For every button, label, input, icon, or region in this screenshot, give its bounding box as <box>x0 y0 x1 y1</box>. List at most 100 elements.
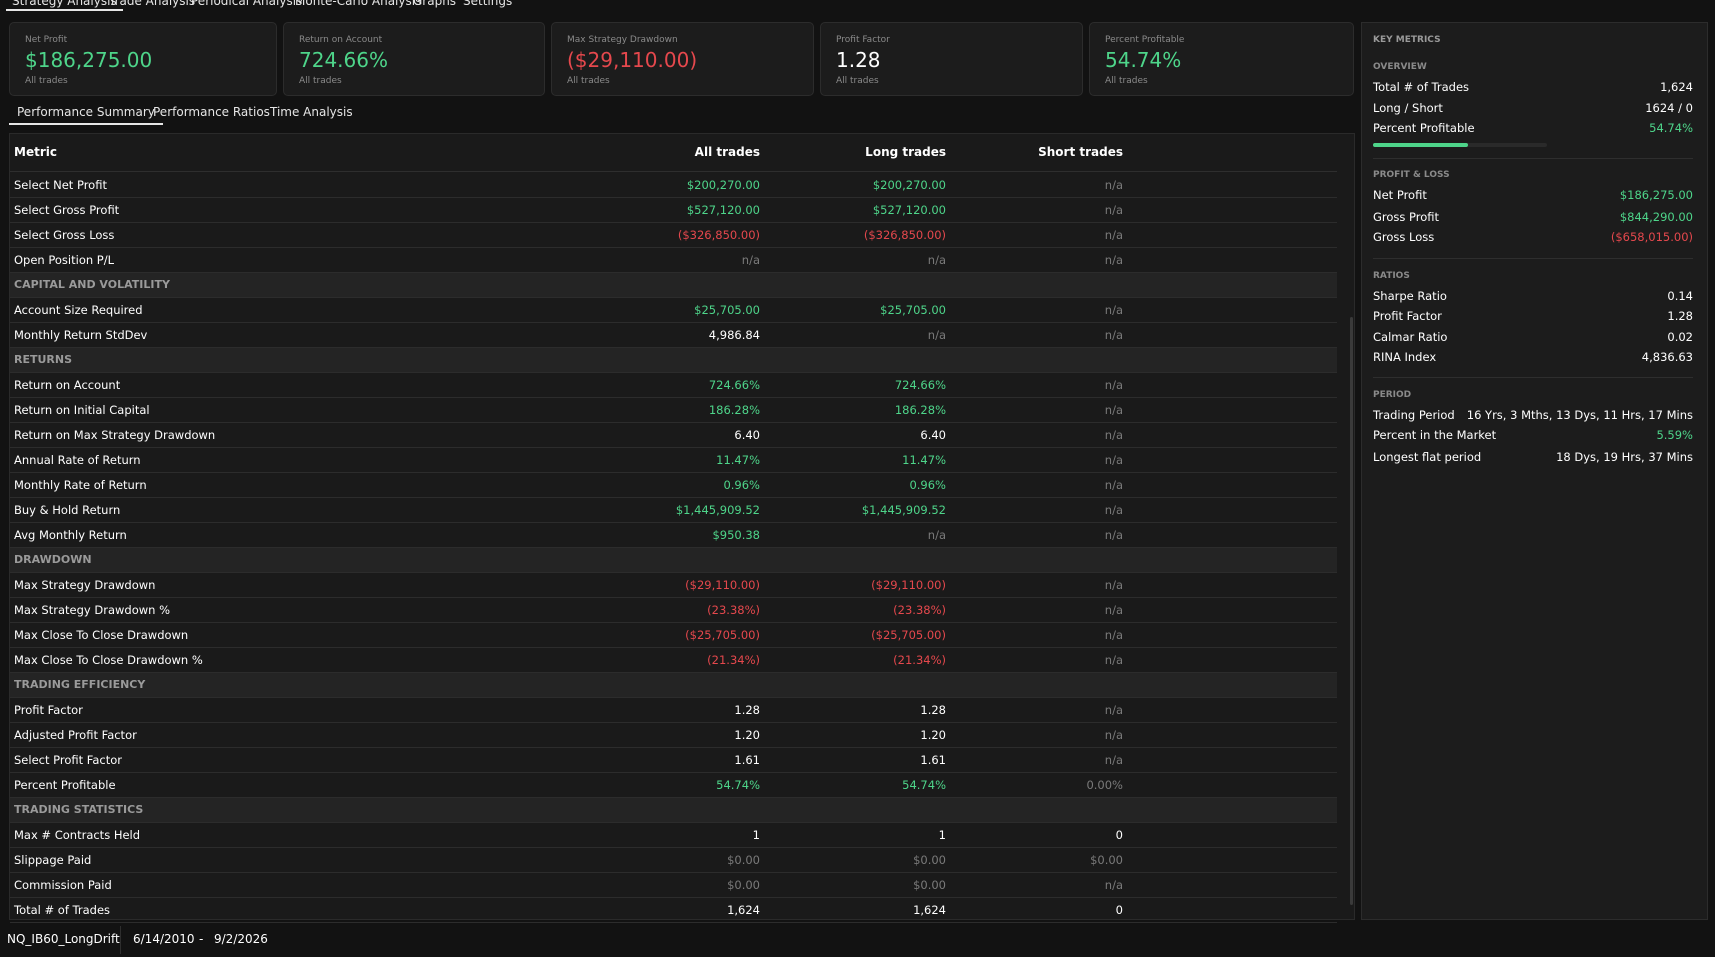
card-label: Percent Profitable <box>1105 35 1185 45</box>
metric-trading-period: Trading Period 16 Yrs, 3 Mths, 13 Dys, 1… <box>1373 408 1693 426</box>
metric-value: 0.14 <box>1667 289 1693 303</box>
section-title: TRADING EFFICIENCY <box>14 678 146 691</box>
short-trades-cell: n/a <box>1104 503 1123 517</box>
table-row: Max Strategy Drawdown ($29,110.00) ($29,11… <box>10 573 1337 598</box>
metric-label: Total # of Trades <box>1373 80 1470 94</box>
section-header-row: TRADING STATISTICS <box>10 798 1337 823</box>
tab-graphs[interactable]: Graphs <box>413 0 456 8</box>
short-trades-cell: n/a <box>1104 453 1123 467</box>
metric-name-cell: Slippage Paid <box>14 853 92 867</box>
table-row: Max Close To Close Drawdown ($25,705.00) (… <box>10 623 1337 648</box>
metric-label: Percent in the Market <box>1373 428 1497 442</box>
short-trades-cell: n/a <box>1104 303 1123 317</box>
table-row: Adjusted Profit Factor 1.20 1.20 n/a <box>10 723 1337 748</box>
section-header-row: CAPITAL AND VOLATILITY <box>10 273 1337 298</box>
metric-label: Percent Profitable <box>1373 121 1475 135</box>
all-trades-cell: 54.74% <box>716 778 760 792</box>
section-header-row: TRADING EFFICIENCY <box>10 673 1337 698</box>
long-trades-cell: (21.34%) <box>893 653 946 667</box>
long-trades-cell: $527,120.00 <box>872 203 946 217</box>
long-trades-cell: $25,705.00 <box>880 303 946 317</box>
divider <box>1373 258 1693 259</box>
short-trades-cell: n/a <box>1104 528 1123 542</box>
table-row: Max # Contracts Held 1 1 0 <box>10 823 1337 848</box>
card-subtitle: All trades <box>836 76 879 86</box>
long-trades-cell: 186.28% <box>894 403 946 417</box>
metric-gross-loss: Gross Loss ($658,015.00) <box>1373 230 1693 248</box>
header-long-trades[interactable]: Long trades <box>865 145 946 159</box>
metric-name-cell: Profit Factor <box>14 703 83 717</box>
table-scrollbar[interactable] <box>1350 317 1353 905</box>
metric-value: ($658,015.00) <box>1610 230 1693 244</box>
metric-name-cell: Max Strategy Drawdown % <box>14 603 171 617</box>
metric-label: Sharpe Ratio <box>1373 289 1447 303</box>
table-row: Return on Initial Capital 186.28% 186.28% n… <box>10 398 1337 423</box>
long-trades-cell: $200,270.00 <box>872 178 946 192</box>
short-trades-cell: 0.00% <box>1086 778 1123 792</box>
metric-longest-flat-period: Longest flat period 18 Dys, 19 Hrs, 37 M… <box>1373 450 1693 468</box>
metric-name-cell: Annual Rate of Return <box>14 453 141 467</box>
short-trades-cell: 0 <box>1115 903 1123 917</box>
metric-name-cell: Monthly Return StdDev <box>14 328 148 342</box>
tab-performance-ratios[interactable]: Performance Ratios <box>153 105 270 119</box>
metric-name-cell: Return on Account <box>14 378 121 392</box>
long-trades-cell: (23.38%) <box>893 603 946 617</box>
table-row: Return on Account 724.66% 724.66% n/a <box>10 373 1337 398</box>
metric-name-cell: Total # of Trades <box>14 903 111 917</box>
main-tab-bar: Strategy Analysis Trade Analysis Periodi… <box>0 0 1715 12</box>
max-drawdown-card: Max Strategy Drawdown ($29,110.00) All t… <box>551 22 814 96</box>
short-trades-cell: n/a <box>1104 878 1123 892</box>
metric-rina-index: RINA Index 4,836.63 <box>1373 350 1693 368</box>
tab-performance-summary[interactable]: Performance Summary <box>9 105 163 125</box>
tab-periodical-analysis[interactable]: Periodical Analysis <box>191 0 302 8</box>
long-trades-cell: 11.47% <box>902 453 946 467</box>
section-title: TRADING STATISTICS <box>14 803 144 816</box>
long-trades-cell: 1.61 <box>920 753 946 767</box>
tab-monte-carlo-analysis[interactable]: Monte-Carlo Analysis <box>295 0 421 8</box>
metric-value: 1624 / 0 <box>1645 101 1693 115</box>
divider <box>1373 377 1693 378</box>
card-value: $186,275.00 <box>25 48 153 72</box>
all-trades-cell: ($326,850.00) <box>677 228 760 242</box>
return-on-account-card: Return on Account 724.66% All trades <box>283 22 545 96</box>
tab-settings[interactable]: Settings <box>463 0 512 8</box>
tab-time-analysis[interactable]: Time Analysis <box>270 105 353 119</box>
table-row: Profit Factor 1.28 1.28 n/a <box>10 698 1337 723</box>
header-metric[interactable]: Metric <box>14 145 57 159</box>
percent-profitable-card: Percent Profitable 54.74% All trades <box>1089 22 1354 96</box>
short-trades-cell: n/a <box>1104 228 1123 242</box>
tab-trade-analysis[interactable]: Trade Analysis <box>109 0 195 8</box>
short-trades-cell: n/a <box>1104 753 1123 767</box>
long-trades-cell: $1,445,909.52 <box>861 503 946 517</box>
all-trades-cell: 724.66% <box>708 378 760 392</box>
table-row: Select Net Profit $200,270.00 $200,270.00 n… <box>10 173 1337 198</box>
long-trades-cell: ($29,110.00) <box>871 578 946 592</box>
net-profit-card: Net Profit $186,275.00 All trades <box>9 22 277 96</box>
metric-name-cell: Max # Contracts Held <box>14 828 141 842</box>
table-row: Select Profit Factor 1.61 1.61 n/a <box>10 748 1337 773</box>
header-short-trades[interactable]: Short trades <box>1038 145 1123 159</box>
metric-label: Net Profit <box>1373 188 1427 202</box>
tab-strategy-analysis[interactable]: Strategy Analysis <box>6 0 123 11</box>
table-row: Buy & Hold Return $1,445,909.52 $1,445,909… <box>10 498 1337 523</box>
all-trades-cell: (23.38%) <box>707 603 760 617</box>
table-row: Open Position P/L n/a n/a n/a <box>10 248 1337 273</box>
all-trades-cell: $25,705.00 <box>694 303 760 317</box>
table-row: Total # of Trades 1,624 1,624 0 <box>10 898 1337 923</box>
long-trades-cell: 6.40 <box>920 428 946 442</box>
short-trades-cell: n/a <box>1104 653 1123 667</box>
short-trades-cell: n/a <box>1104 328 1123 342</box>
section-title: DRAWDOWN <box>14 553 92 566</box>
table-row: Max Close To Close Drawdown % (21.34%) (21… <box>10 648 1337 673</box>
table-body: Select Net Profit $200,270.00 $200,270.00 n… <box>10 173 1337 923</box>
card-value: ($29,110.00) <box>567 48 698 72</box>
header-all-trades[interactable]: All trades <box>695 145 760 159</box>
card-label: Profit Factor <box>836 35 890 45</box>
short-trades-cell: n/a <box>1104 478 1123 492</box>
progress-fill <box>1373 143 1469 147</box>
card-value: 724.66% <box>299 48 388 72</box>
metric-label: Profit Factor <box>1373 309 1442 323</box>
metric-value: 1.28 <box>1667 309 1693 323</box>
metric-value: 5.59% <box>1656 428 1693 442</box>
all-trades-cell: 11.47% <box>716 453 760 467</box>
